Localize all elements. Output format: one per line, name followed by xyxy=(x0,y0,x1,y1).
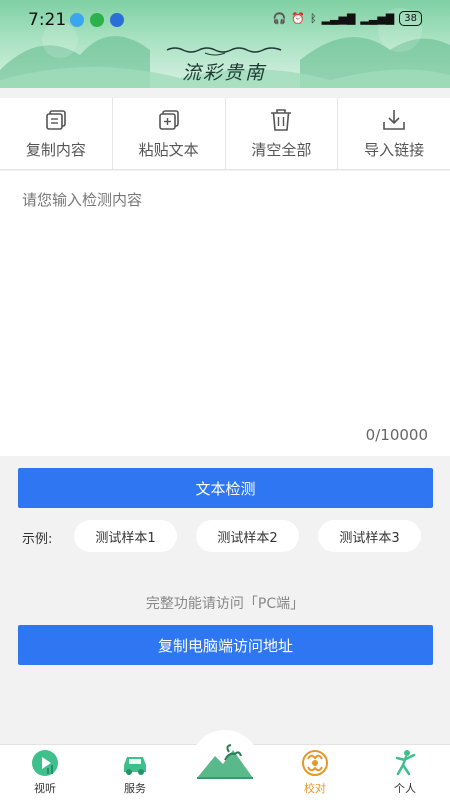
notification-app-icon xyxy=(70,13,84,27)
copy-content-label: 复制内容 xyxy=(25,141,86,159)
copy-content-button[interactable]: 复制内容 xyxy=(0,98,113,169)
proofread-icon xyxy=(302,750,328,776)
example-chip-1[interactable]: 测试样本1 xyxy=(74,520,177,552)
character-counter: 0/10000 xyxy=(365,426,428,444)
media-icon xyxy=(32,750,58,776)
example-chip-3[interactable]: 测试样本3 xyxy=(318,520,421,552)
examples-label: 示例: xyxy=(22,532,53,547)
nav-item-services[interactable]: 服务 xyxy=(105,748,165,796)
paste-text-button[interactable]: 粘贴文本 xyxy=(113,98,226,169)
text-detect-button[interactable]: 文本检测 xyxy=(18,468,433,508)
person-icon xyxy=(395,750,416,776)
nav-label-profile: 个人 xyxy=(394,782,416,795)
nav-label-media: 视听 xyxy=(34,782,56,795)
copy-pc-url-button[interactable]: 复制电脑端访问地址 xyxy=(18,625,433,665)
wechat-icon xyxy=(90,13,104,27)
examples-row: 示例: 测试样本1 测试样本2 测试样本3 xyxy=(0,518,450,554)
import-link-label: 导入链接 xyxy=(364,141,425,159)
nav-item-home[interactable] xyxy=(195,742,255,782)
notification-app-icon xyxy=(110,13,124,27)
pc-access-hint: 完整功能请访问「PC端」 xyxy=(145,596,305,612)
clear-all-label: 清空全部 xyxy=(251,141,312,159)
editor-panel: 0/10000 xyxy=(0,171,450,456)
headphone-icon: 🎧 xyxy=(272,12,287,25)
nav-label-services: 服务 xyxy=(124,782,146,795)
import-icon xyxy=(383,110,405,130)
battery-icon: 38 xyxy=(399,11,422,26)
copy-icon xyxy=(46,110,66,130)
app-logo-text: 流彩贵南 xyxy=(182,62,267,84)
signal-icon: ▂▃▅▇ xyxy=(321,12,356,25)
paste-icon xyxy=(158,110,179,130)
example-chip-2[interactable]: 测试样本2 xyxy=(196,520,299,552)
paste-text-label: 粘贴文本 xyxy=(138,141,199,159)
home-mountain-icon xyxy=(197,744,253,779)
status-time: 7:21 xyxy=(28,10,67,30)
nav-label-proofread: 校对 xyxy=(304,782,326,795)
import-link-button[interactable]: 导入链接 xyxy=(338,98,450,169)
clear-all-button[interactable]: 清空全部 xyxy=(226,98,339,169)
car-icon xyxy=(124,757,146,775)
status-icons: 🎧 ⏰ ᛒ ▂▃▅▇ ▂▃▅▇ 38 xyxy=(273,11,422,26)
signal-icon: ▂▃▅▇ xyxy=(360,12,395,25)
alarm-icon: ⏰ xyxy=(291,12,305,25)
nav-item-proofread[interactable]: 校对 xyxy=(285,748,345,796)
nav-item-media[interactable]: 视听 xyxy=(15,748,75,796)
bluetooth-icon: ᛒ xyxy=(309,12,317,25)
editor-toolbar: 复制内容 粘贴文本 清空全部 导入链接 xyxy=(0,98,450,170)
trash-icon xyxy=(271,109,292,131)
status-bar: 7:21 🎧 ⏰ ᛒ ▂▃▅▇ ▂▃▅▇ 38 xyxy=(0,8,450,32)
content-input[interactable] xyxy=(22,189,428,419)
app-header: 7:21 🎧 ⏰ ᛒ ▂▃▅▇ ▂▃▅▇ 38 流彩贵南 xyxy=(0,0,450,88)
nav-item-profile[interactable]: 个人 xyxy=(375,748,435,796)
tibetan-script-logo xyxy=(166,47,282,56)
